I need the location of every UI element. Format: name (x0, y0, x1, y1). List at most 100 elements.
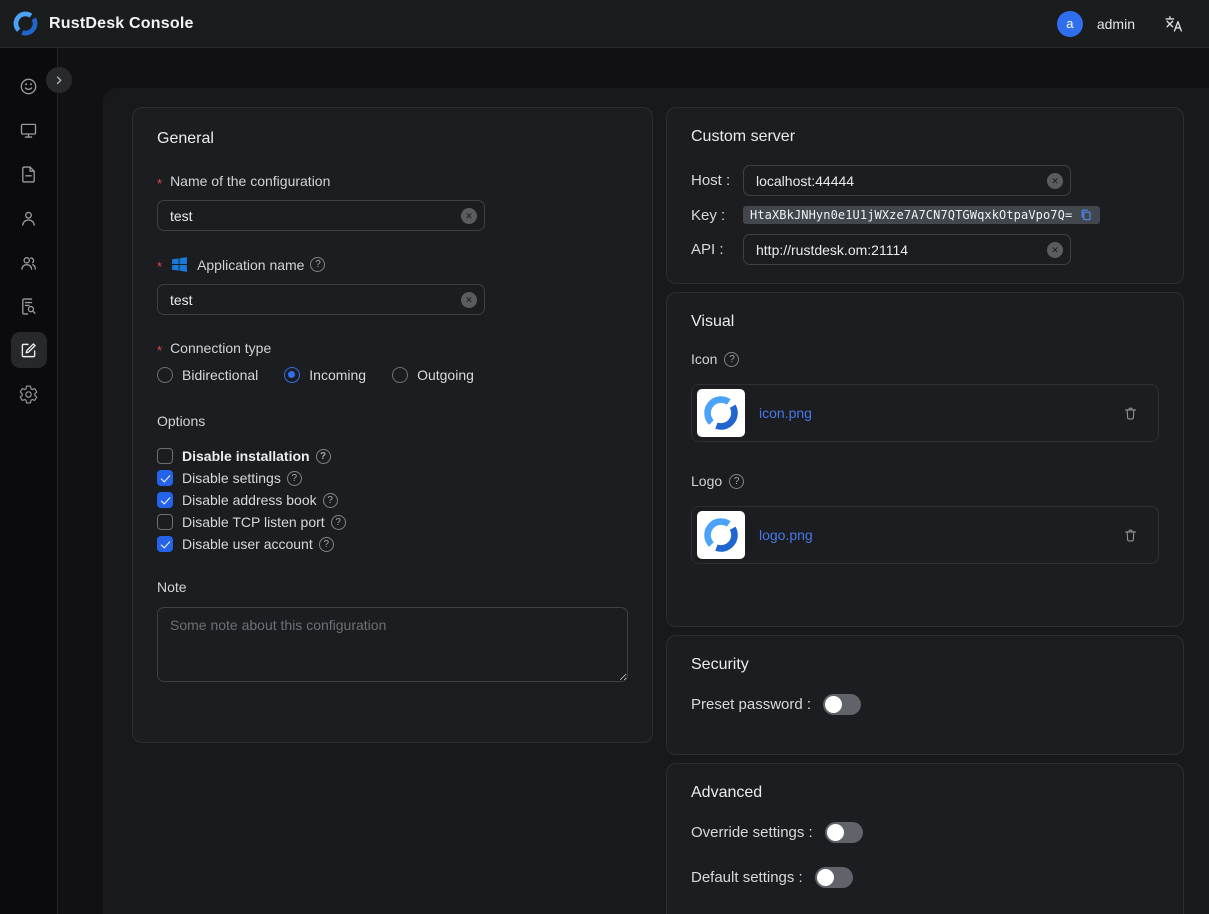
host-label: Host : (691, 172, 743, 189)
monitor-icon (18, 120, 39, 141)
clear-icon[interactable]: ✕ (461, 292, 477, 308)
option-disable-installation[interactable]: Disable installation ? (157, 445, 628, 467)
username[interactable]: admin (1097, 16, 1135, 32)
rustdesk-logo-icon (12, 10, 39, 37)
gear-icon (18, 384, 39, 405)
edit-square-icon (18, 340, 39, 361)
icon-thumbnail (697, 389, 745, 437)
api-input[interactable] (743, 234, 1071, 265)
preset-password-row: Preset password : (691, 694, 1159, 715)
key-label: Key : (691, 207, 743, 224)
sidebar-item-devices[interactable] (11, 112, 47, 148)
help-icon[interactable]: ? (323, 493, 338, 508)
icon-file-link[interactable]: icon.png (759, 405, 812, 421)
sidebar-item-dashboard[interactable] (11, 68, 47, 104)
config-name-input[interactable] (157, 200, 485, 231)
smiley-icon (18, 76, 39, 97)
logo-upload-card: logo.png (691, 506, 1159, 564)
visual-section: Visual Icon ? icon.png (666, 292, 1184, 627)
override-settings-toggle[interactable] (825, 822, 863, 843)
advanced-title: Advanced (691, 784, 1159, 802)
rustdesk-logo-icon (702, 516, 740, 554)
logo-thumbnail (697, 511, 745, 559)
radio-bidirectional[interactable]: Bidirectional (157, 367, 258, 383)
advanced-section: Advanced Override settings : Default set… (666, 763, 1184, 914)
icon-upload-card: icon.png (691, 384, 1159, 442)
clear-icon[interactable]: ✕ (1047, 242, 1063, 258)
checkbox-icon[interactable] (157, 514, 173, 530)
translate-icon[interactable] (1163, 13, 1185, 35)
right-column: Custom server Host : ✕ Key : HtaXBkJNHyn… (666, 107, 1184, 914)
checkbox-icon[interactable] (157, 492, 173, 508)
option-disable-settings[interactable]: Disable settings ? (157, 467, 628, 489)
options-label: Options (157, 413, 628, 429)
config-name-label: * Name of the configuration (157, 173, 628, 189)
clear-icon[interactable]: ✕ (1047, 173, 1063, 189)
help-icon[interactable]: ? (319, 537, 334, 552)
help-icon[interactable]: ? (310, 257, 325, 272)
sidebar-item-custom-clients[interactable] (11, 332, 47, 368)
header-right: a admin (1057, 11, 1185, 37)
logo-file-link[interactable]: logo.png (759, 527, 813, 543)
general-title: General (157, 130, 628, 148)
custom-server-section: Custom server Host : ✕ Key : HtaXBkJNHyn… (666, 107, 1184, 284)
sidebar-item-sessions[interactable] (11, 156, 47, 192)
option-disable-tcp-listen-port[interactable]: Disable TCP listen port ? (157, 511, 628, 533)
connection-type-label: * Connection type (157, 340, 628, 356)
api-label: API : (691, 241, 743, 258)
help-icon[interactable]: ? (316, 449, 331, 464)
sidebar-item-users[interactable] (11, 200, 47, 236)
radio-icon[interactable] (157, 367, 173, 383)
override-settings-label: Override settings : (691, 824, 813, 841)
preset-password-label: Preset password : (691, 696, 811, 713)
windows-logo-icon (171, 256, 188, 273)
application-name-label: * Application name ? (157, 256, 628, 273)
connection-type-group: Bidirectional Incoming Outgoing (157, 367, 628, 383)
default-settings-row: Default settings : (691, 867, 1159, 888)
required-asterisk: * (157, 176, 162, 191)
user-icon (18, 208, 39, 229)
copy-icon[interactable] (1079, 208, 1093, 222)
top-header: RustDesk Console a admin (0, 0, 1209, 48)
sidebar-item-audit[interactable] (11, 288, 47, 324)
option-disable-user-account[interactable]: Disable user account ? (157, 533, 628, 555)
radio-outgoing[interactable]: Outgoing (392, 367, 474, 383)
note-label: Note (157, 579, 628, 595)
preset-password-toggle[interactable] (823, 694, 861, 715)
server-key-value: HtaXBkJNHyn0e1U1jWXze7A7CN7QTGWqxkOtpaVp… (743, 206, 1100, 224)
trash-icon[interactable] (1122, 405, 1139, 422)
logo-label: Logo ? (691, 473, 1159, 489)
note-textarea[interactable] (157, 607, 628, 682)
help-icon[interactable]: ? (724, 352, 739, 367)
document-icon (18, 164, 39, 185)
default-settings-toggle[interactable] (815, 867, 853, 888)
audit-log-icon (18, 296, 39, 317)
checkbox-icon[interactable] (157, 536, 173, 552)
sidebar-item-settings[interactable] (11, 376, 47, 412)
radio-incoming[interactable]: Incoming (284, 367, 366, 383)
clear-icon[interactable]: ✕ (461, 208, 477, 224)
sidebar-expand-button[interactable] (46, 67, 72, 93)
application-name-input[interactable] (157, 284, 485, 315)
host-input[interactable] (743, 165, 1071, 196)
security-section: Security Preset password : (666, 635, 1184, 755)
user-avatar[interactable]: a (1057, 11, 1083, 37)
checkbox-icon[interactable] (157, 470, 173, 486)
custom-server-title: Custom server (691, 128, 1159, 146)
sidebar (0, 48, 58, 914)
security-title: Security (691, 656, 1159, 674)
radio-icon[interactable] (392, 367, 408, 383)
help-icon[interactable]: ? (287, 471, 302, 486)
required-asterisk: * (157, 343, 162, 358)
main-panel: General * Name of the configuration ✕ * (103, 88, 1209, 914)
option-disable-address-book[interactable]: Disable address book ? (157, 489, 628, 511)
radio-icon[interactable] (284, 367, 300, 383)
checkbox-icon[interactable] (157, 448, 173, 464)
visual-title: Visual (691, 313, 1159, 331)
required-asterisk: * (157, 259, 162, 274)
rustdesk-logo-icon (702, 394, 740, 432)
sidebar-item-groups[interactable] (11, 244, 47, 280)
help-icon[interactable]: ? (729, 474, 744, 489)
help-icon[interactable]: ? (331, 515, 346, 530)
trash-icon[interactable] (1122, 527, 1139, 544)
